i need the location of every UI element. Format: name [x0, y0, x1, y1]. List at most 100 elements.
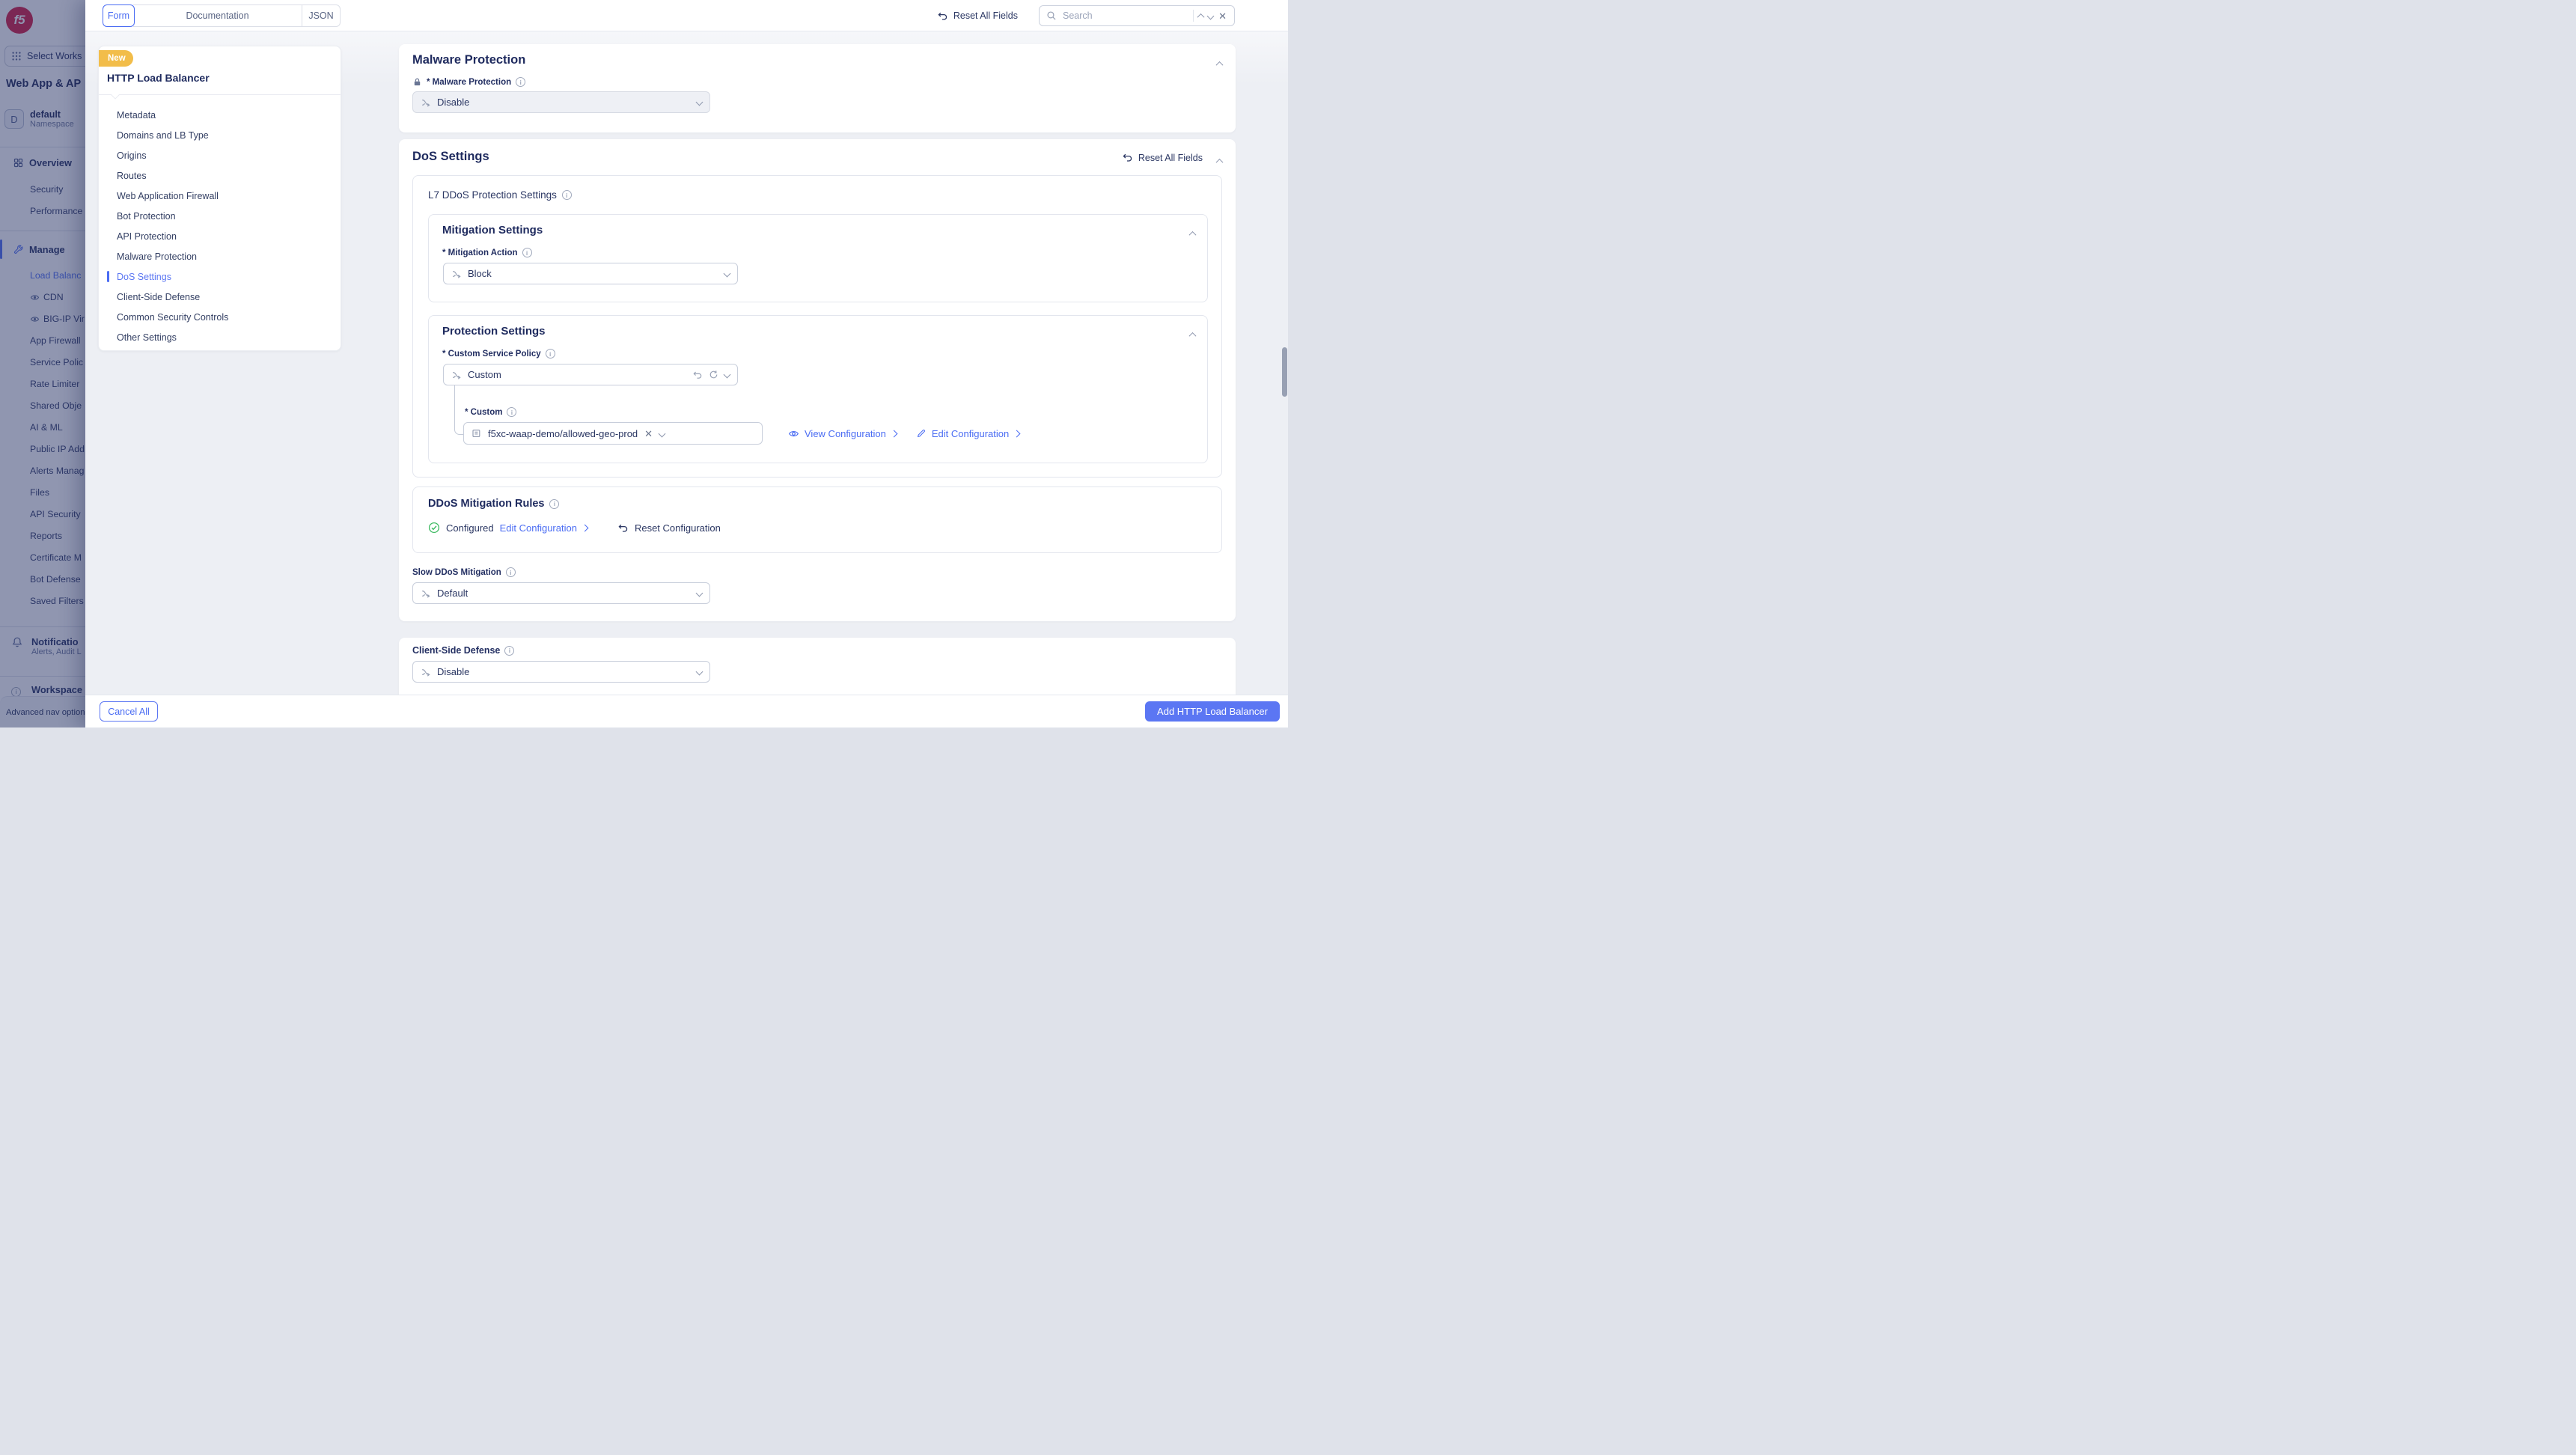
- chevron-down-icon: [696, 99, 703, 106]
- malware-protection-section: Malware Protection * Malware Protection …: [399, 44, 1236, 132]
- clear-icon[interactable]: ✕: [644, 429, 653, 439]
- chevron-down-icon: [659, 430, 666, 437]
- card-title: DDoS Mitigation Rules: [428, 498, 544, 510]
- chevron-down-icon: [724, 270, 731, 278]
- branch-icon: [421, 588, 431, 599]
- card-title: Mitigation Settings: [442, 224, 543, 237]
- nav-item-origins[interactable]: Origins: [99, 145, 341, 165]
- object-ref-icon: [471, 428, 482, 439]
- chevron-right-icon: [582, 524, 589, 531]
- field-label: * Custom: [465, 408, 502, 417]
- mitigation-action-select[interactable]: Block: [443, 263, 738, 284]
- tab-json[interactable]: JSON: [302, 4, 341, 27]
- modal-header: Form Documentation JSON Reset All Fields: [85, 0, 1288, 31]
- tab-form[interactable]: Form: [103, 4, 135, 27]
- malware-protection-select[interactable]: Disable: [412, 91, 710, 113]
- nav-item-routes[interactable]: Routes: [99, 165, 341, 186]
- search-input[interactable]: [1061, 10, 1188, 22]
- edit-configuration-link[interactable]: Edit Configuration: [916, 428, 1019, 439]
- refresh-icon[interactable]: [709, 370, 718, 379]
- l7-ddos-card: L7 DDoS Protection Settings Mitigation S…: [412, 175, 1222, 478]
- nav-item-malware-protection[interactable]: Malware Protection: [99, 246, 341, 266]
- dos-reset-all-fields-button[interactable]: Reset All Fields: [1122, 152, 1203, 163]
- nav-item-bot-protection[interactable]: Bot Protection: [99, 206, 341, 226]
- left-sidebar: f5 Select Works Web App & AP D default N…: [0, 0, 85, 728]
- view-configuration-link[interactable]: View Configuration: [788, 428, 897, 439]
- nav-divider: [99, 94, 341, 95]
- info-icon[interactable]: [546, 349, 555, 359]
- undo-icon[interactable]: [692, 370, 703, 380]
- modal-footer: Cancel All Add HTTP Load Balancer: [85, 695, 1288, 728]
- custom-service-policy-select[interactable]: Custom: [443, 364, 738, 385]
- branch-icon: [451, 269, 462, 279]
- client-side-defense-select[interactable]: Disable: [412, 661, 710, 683]
- check-circle-icon: [428, 522, 440, 534]
- info-icon[interactable]: [504, 646, 514, 656]
- modal-content: New HTTP Load Balancer Metadata Domains …: [85, 31, 1288, 695]
- new-badge: New: [99, 50, 133, 67]
- nav-item-metadata[interactable]: Metadata: [99, 105, 341, 125]
- nav-item-api-protection[interactable]: API Protection: [99, 226, 341, 246]
- nav-item-client-side-defense[interactable]: Client-Side Defense: [99, 287, 341, 307]
- form-section-nav: New HTTP Load Balancer Metadata Domains …: [98, 46, 341, 351]
- rules-edit-configuration-link[interactable]: Edit Configuration: [500, 522, 587, 534]
- info-icon[interactable]: [562, 190, 572, 200]
- nav-item-waf[interactable]: Web Application Firewall: [99, 186, 341, 206]
- chevron-right-icon: [1013, 430, 1021, 437]
- search-bar: ✕: [1039, 5, 1235, 26]
- branch-icon: [451, 370, 462, 380]
- field-label: * Mitigation Action: [442, 248, 518, 257]
- nav-item-domains-lb-type[interactable]: Domains and LB Type: [99, 125, 341, 145]
- undo-icon: [1122, 152, 1133, 163]
- info-icon[interactable]: [507, 407, 516, 417]
- reset-configuration-button[interactable]: Reset Configuration: [617, 522, 721, 534]
- status-text: Configured: [446, 522, 494, 534]
- nav-item-other-settings[interactable]: Other Settings: [99, 327, 341, 347]
- info-icon[interactable]: [516, 77, 525, 87]
- section-title: Malware Protection: [412, 53, 525, 67]
- ddos-mitigation-rules-card: DDoS Mitigation Rules Configured Edit Co…: [412, 486, 1222, 553]
- collapse-icon[interactable]: [1190, 328, 1195, 341]
- field-label: * Custom Service Policy: [442, 350, 541, 359]
- http-lb-form-modal: Form Documentation JSON Reset All Fields: [85, 0, 1288, 728]
- collapse-icon[interactable]: [1217, 57, 1222, 70]
- info-icon[interactable]: [549, 499, 559, 509]
- search-icon: [1046, 10, 1057, 21]
- mitigation-settings-card: Mitigation Settings * Mitigation Action …: [428, 214, 1208, 302]
- add-http-load-balancer-button[interactable]: Add HTTP Load Balancer: [1145, 701, 1280, 722]
- form-title: HTTP Load Balancer: [107, 72, 210, 84]
- search-prev-icon[interactable]: [1197, 13, 1205, 20]
- notch: [111, 91, 119, 99]
- chevron-down-icon: [724, 371, 731, 379]
- collapse-icon[interactable]: [1217, 154, 1222, 168]
- info-icon[interactable]: [522, 248, 532, 257]
- section-title: DoS Settings: [412, 150, 489, 164]
- lock-icon: [412, 77, 422, 87]
- cancel-all-button[interactable]: Cancel All: [100, 701, 158, 722]
- l7-title: L7 DDoS Protection Settings: [428, 189, 557, 201]
- slow-ddos-mitigation-select[interactable]: Default: [412, 582, 710, 604]
- selected-value: f5xc-waap-demo/allowed-geo-prod: [488, 428, 638, 439]
- eye-icon: [788, 428, 799, 439]
- tab-documentation[interactable]: Documentation: [133, 4, 302, 27]
- scrollbar-thumb[interactable]: [1282, 347, 1287, 397]
- selected-value: Block: [468, 268, 718, 279]
- chevron-down-icon: [696, 590, 703, 597]
- selected-value: Default: [437, 588, 691, 599]
- field-label: * Malware Protection: [427, 78, 511, 87]
- search-next-icon[interactable]: [1207, 12, 1215, 19]
- undo-icon: [617, 522, 629, 534]
- nav-item-dos-settings[interactable]: DoS Settings: [99, 266, 341, 287]
- selected-value: Disable: [437, 97, 691, 108]
- undo-icon: [937, 10, 948, 22]
- form-view-tabs: Form Documentation JSON: [103, 4, 341, 27]
- collapse-icon[interactable]: [1190, 227, 1195, 240]
- reset-all-fields-button[interactable]: Reset All Fields: [937, 10, 1018, 22]
- client-side-defense-section: Client-Side Defense Disable: [399, 638, 1236, 695]
- field-label: Slow DDoS Mitigation: [412, 568, 501, 577]
- search-close-icon[interactable]: ✕: [1218, 11, 1227, 21]
- nav-item-common-security-controls[interactable]: Common Security Controls: [99, 307, 341, 327]
- info-icon[interactable]: [506, 567, 516, 577]
- custom-policy-ref-select[interactable]: f5xc-waap-demo/allowed-geo-prod ✕: [463, 422, 763, 445]
- app-screen: f5 Select Works Web App & AP D default N…: [0, 0, 1288, 728]
